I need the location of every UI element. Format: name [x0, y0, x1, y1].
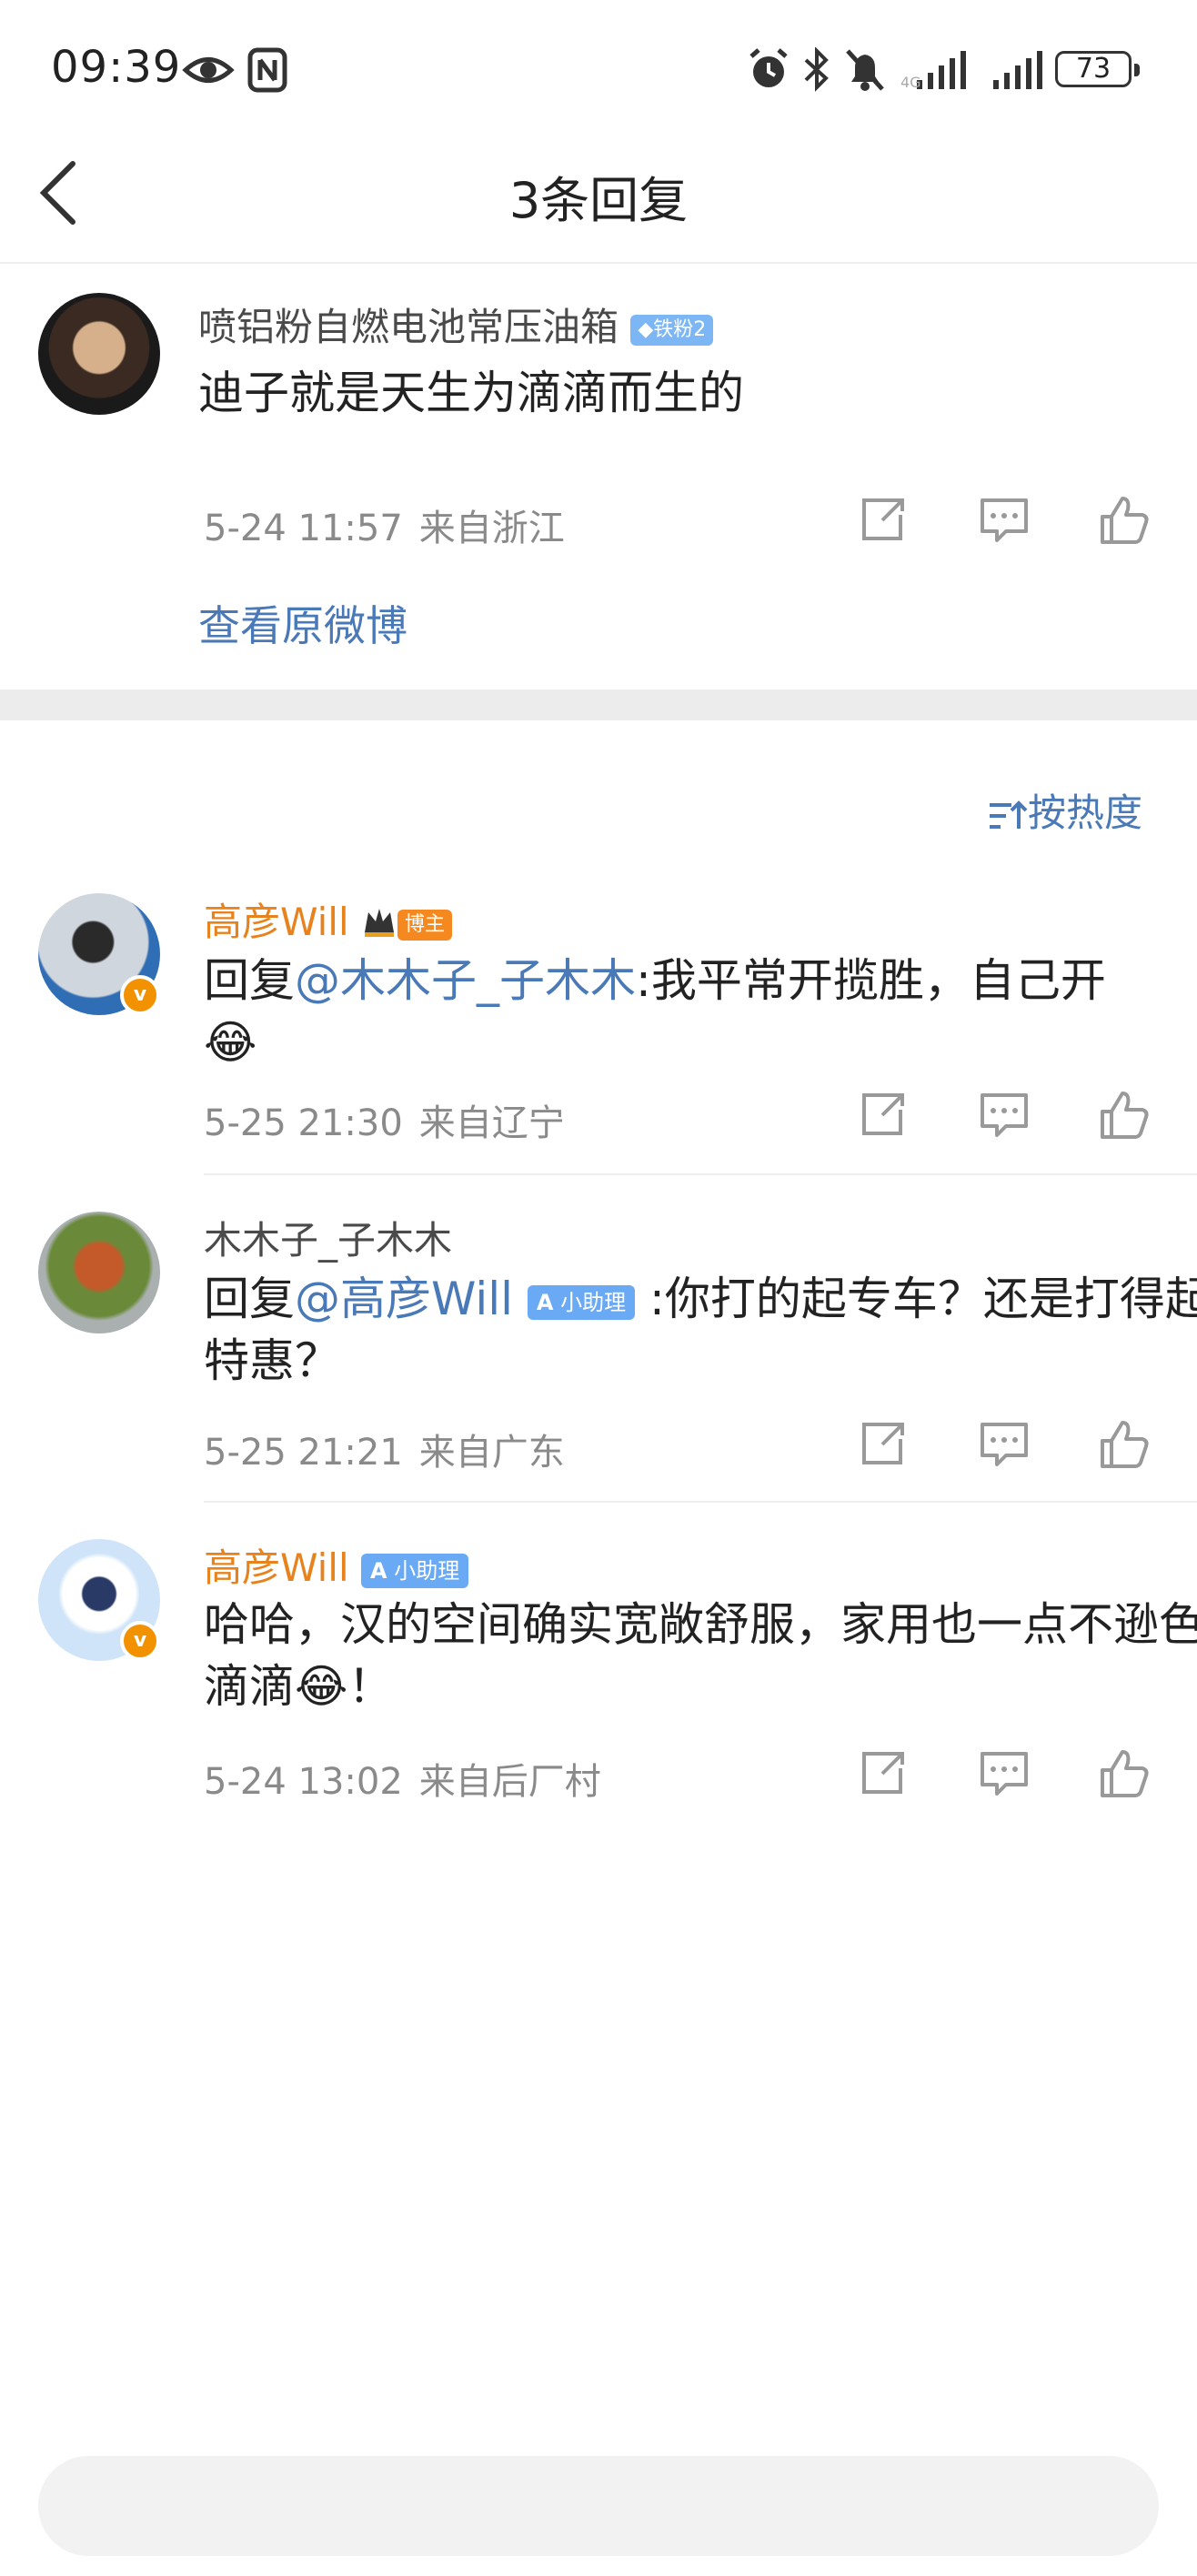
like-button[interactable]	[1097, 493, 1152, 548]
page-title: 3条回复	[508, 172, 689, 229]
section-divider	[0, 689, 1197, 720]
comment-date: 5-25 21:30	[204, 1102, 403, 1144]
original-meta: 5-24 11:57 来自浙江	[204, 498, 565, 551]
reply-divider	[204, 1501, 1197, 1503]
reply-meta: 5-25 21:30 来自辽宁	[204, 1093, 565, 1146]
reply-username[interactable]: 高彦Will 博主	[204, 891, 452, 947]
crown-icon	[361, 902, 397, 947]
comment-icon	[977, 1093, 1031, 1146]
thumbs-up-icon	[1097, 1092, 1152, 1146]
comment-date: 5-24 11:57	[204, 508, 403, 549]
reply-content: 回复@高彦Will A 小助理 :你打的起专车？还是打得起特惠？	[204, 1273, 1197, 1387]
like-button[interactable]	[1097, 1746, 1152, 1801]
mute-icon	[844, 47, 886, 96]
laughing-emoji: 😂	[204, 1016, 257, 1069]
ai-icon: A	[369, 1557, 387, 1584]
signal-icon: 4G	[900, 47, 968, 96]
battery-indicator: 73	[1055, 51, 1140, 87]
like-button[interactable]	[1097, 1417, 1152, 1472]
repost-button[interactable]	[855, 1746, 910, 1801]
reply-button[interactable]	[977, 1088, 1031, 1142]
header-divider	[0, 262, 1197, 264]
repost-button[interactable]	[855, 493, 910, 548]
share-icon	[855, 1752, 910, 1805]
original-username[interactable]: 喷铝粉自燃电池常压油箱 ◆铁粉2	[198, 297, 714, 352]
assistant-badge: A 小助理	[527, 1284, 636, 1320]
reply-username[interactable]: 高彦Will A 小助理	[204, 1537, 469, 1593]
repost-button[interactable]	[855, 1417, 910, 1472]
share-icon	[855, 1093, 910, 1146]
avatar[interactable]	[38, 293, 160, 415]
verified-icon: v	[120, 975, 160, 1015]
alarm-icon	[748, 47, 790, 96]
mention-link[interactable]: @高彦Will	[295, 1273, 513, 1325]
sort-button[interactable]: 按热度	[988, 782, 1142, 838]
reply-divider	[204, 1173, 1197, 1175]
thumbs-up-icon	[1097, 1750, 1152, 1805]
status-time: 09:39	[51, 42, 182, 93]
eye-icon	[182, 47, 235, 96]
share-icon	[855, 1423, 910, 1475]
reply-button[interactable]	[977, 493, 1031, 548]
reply-content: 哈哈，汉的空间确实宽敞舒服，家用也一点不逊色于滴滴😂！	[204, 1598, 1197, 1713]
nfc-icon	[247, 47, 287, 96]
svg-text:4G: 4G	[900, 74, 921, 91]
reply-input[interactable]	[38, 2456, 1159, 2556]
thumbs-up-icon	[1097, 1421, 1152, 1475]
view-original-link[interactable]: 查看原微博	[198, 593, 407, 653]
comment-icon	[977, 1752, 1031, 1805]
repost-button[interactable]	[855, 1088, 910, 1142]
sort-icon	[988, 790, 1028, 835]
like-button[interactable]	[1097, 1088, 1152, 1142]
original-content: 迪子就是天生为滴滴而生的	[198, 367, 744, 419]
laughing-emoji: 😂	[295, 1660, 348, 1713]
fan-badge: ◆铁粉2	[630, 314, 714, 346]
ai-icon: A	[536, 1289, 554, 1315]
reply-button[interactable]	[977, 1417, 1031, 1472]
comment-location: 来自后厂村	[418, 1761, 601, 1803]
share-icon	[855, 498, 910, 551]
comment-location: 来自浙江	[418, 508, 565, 549]
comment-date: 5-25 21:21	[204, 1432, 403, 1474]
blogger-badge: 博主	[397, 909, 452, 941]
bluetooth-icon	[802, 46, 831, 96]
verified-icon: v	[120, 1621, 160, 1661]
reply-button[interactable]	[977, 1746, 1031, 1801]
mention-link[interactable]: @木木子_子木木	[295, 954, 636, 1007]
reply-meta: 5-24 13:02 来自后厂村	[204, 1752, 601, 1805]
comment-location: 来自广东	[418, 1432, 565, 1474]
comment-location: 来自辽宁	[418, 1102, 565, 1144]
reply-username[interactable]: 木木子_子木木	[204, 1210, 452, 1265]
thumbs-up-icon	[1097, 497, 1152, 551]
signal-icon	[991, 47, 1042, 96]
comment-date: 5-24 13:02	[204, 1761, 403, 1803]
comment-icon	[977, 498, 1031, 551]
reply-content: 回复@木木子_子木木:我平常开揽胜，自己开 😂	[204, 954, 1106, 1069]
assistant-badge: A 小助理	[360, 1553, 469, 1588]
avatar[interactable]	[38, 1212, 160, 1333]
reply-meta: 5-25 21:21 来自广东	[204, 1423, 565, 1475]
comment-icon	[977, 1423, 1031, 1475]
